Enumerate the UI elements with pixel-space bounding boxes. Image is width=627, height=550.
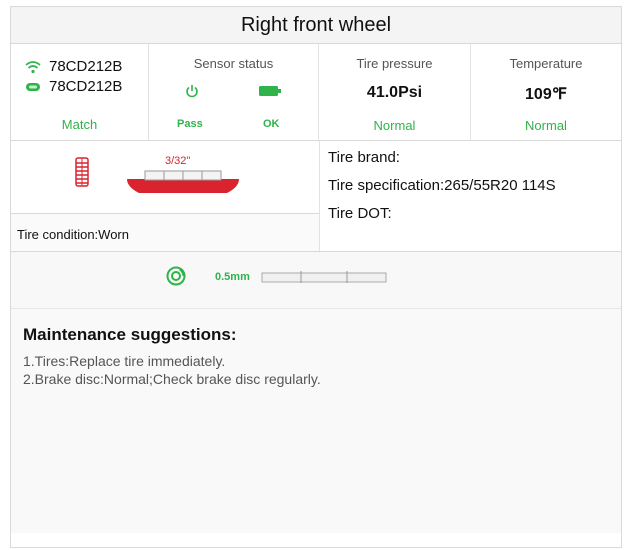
tread-icon (75, 157, 89, 187)
tire-specification: Tire specification:265/55R20 114S (328, 177, 556, 194)
sensor-id-line-2: 78CD212B (25, 78, 122, 95)
tire-condition: Tire condition:Worn (17, 227, 129, 242)
tire-brand: Tire brand: (328, 149, 400, 166)
maintenance-item: 2.Brake disc:Normal;Check brake disc reg… (23, 371, 321, 387)
maintenance-section: Maintenance suggestions: 1.Tires:Replace… (11, 309, 621, 533)
power-status: Pass (177, 118, 203, 130)
page-title: Right front wheel (11, 7, 621, 44)
sensor-id-cell: 78CD212B 78CD212B Match (11, 44, 149, 140)
battery-status: OK (263, 118, 280, 130)
temperature-cell: Temperature 109℉ Normal (471, 44, 621, 140)
wheel-panel: Right front wheel 78CD212B 78CD212B Matc… (10, 6, 622, 548)
battery-icon (259, 86, 281, 96)
wifi-icon (25, 60, 41, 73)
brake-pad-gauge (261, 271, 387, 283)
sensor-row: 78CD212B 78CD212B Match Sensor status Pa… (11, 44, 621, 141)
tire-tread-profile (127, 170, 239, 193)
tread-row: 3/32" Tire condition:Worn Tire brand: Ti… (11, 141, 621, 252)
match-label: Match (61, 117, 98, 132)
brake-disc-icon (166, 266, 186, 286)
tire-dot: Tire DOT: (328, 205, 392, 222)
tire-info-section: Tire brand: Tire specification:265/55R20… (320, 141, 621, 251)
tread-depth-label: 3/32" (165, 155, 191, 167)
maintenance-item: 1.Tires:Replace tire immediately. (23, 353, 226, 369)
sensor-id-1: 78CD212B (49, 58, 123, 75)
sensor-id-line-1: 78CD212B (25, 58, 122, 75)
maintenance-title: Maintenance suggestions: (23, 325, 237, 344)
brake-thickness: 0.5mm (215, 271, 250, 283)
power-icon (186, 85, 198, 98)
temperature-status: Normal (525, 118, 567, 133)
temperature-header: Temperature (509, 56, 583, 71)
temperature-value: 109℉ (525, 86, 567, 103)
sensor-id-2: 78CD212B (49, 78, 123, 95)
sensor-status-cell: Sensor status Pass OK (149, 44, 319, 140)
tire-sensor-icon (26, 82, 40, 91)
tire-pressure-header: Tire pressure (356, 56, 433, 71)
tread-graphic: 3/32" (11, 141, 319, 214)
tire-pressure-value: 41.0Psi (366, 84, 423, 101)
brake-row: 0.5mm (11, 252, 621, 309)
tire-pressure-cell: Tire pressure 41.0Psi Normal (319, 44, 471, 140)
tread-section: 3/32" Tire condition:Worn (11, 141, 320, 251)
sensor-status-header: Sensor status (193, 56, 274, 71)
tire-pressure-status: Normal (373, 118, 416, 133)
